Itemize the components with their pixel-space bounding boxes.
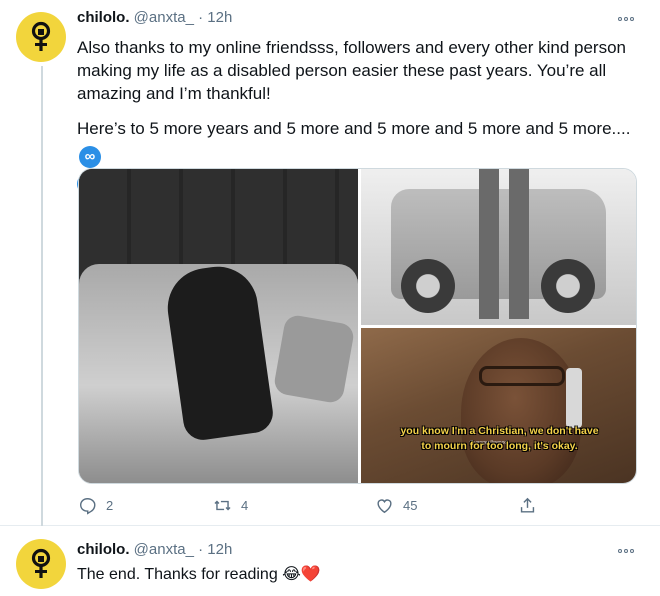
more-icon xyxy=(618,549,634,553)
like-icon xyxy=(377,498,392,513)
tweet[interactable]: chilolo. @anxta_ · 12h The end. Thanks f… xyxy=(0,527,660,596)
tweet-header: chilolo. @anxta_ · 12h xyxy=(77,540,232,560)
tweet-text: Also thanks to my online friendsss, foll… xyxy=(77,38,626,103)
meme-caption: you know I'm a Christian, we don't have … xyxy=(369,424,630,454)
share-button[interactable] xyxy=(518,493,537,517)
separator-dot: · xyxy=(198,541,204,558)
share-icon xyxy=(520,497,535,513)
user-handle[interactable]: @anxta_ xyxy=(134,9,194,26)
tweet-text-line: Here’s to 5 more years and 5 more and 5 … xyxy=(77,119,631,138)
display-name[interactable]: chilolo. xyxy=(77,9,130,26)
reply-icon xyxy=(79,497,96,515)
photo-car[interactable] xyxy=(361,169,636,325)
timestamp[interactable]: 12h xyxy=(207,9,232,26)
retweet-count: 4 xyxy=(241,497,249,513)
separator-dot: · xyxy=(198,9,204,26)
tweet-actions: 2 4 45 xyxy=(78,493,578,517)
infinity-emoji-icon: ∞ xyxy=(79,145,101,168)
tweet-text-line: The end. Thanks for reading xyxy=(77,566,278,583)
more-options-button[interactable] xyxy=(614,541,638,561)
retweet-button[interactable]: 4 xyxy=(213,493,248,517)
thread-line xyxy=(41,66,43,526)
photo-meme[interactable]: @yangeollywood you know I'm a Christian,… xyxy=(361,328,636,483)
emoji-laugh-heart: 😂❤️ xyxy=(282,566,321,583)
female-symbol-icon xyxy=(31,21,51,51)
avatar[interactable] xyxy=(16,539,66,589)
display-name[interactable]: chilolo. xyxy=(77,541,130,558)
reply-count: 2 xyxy=(106,497,114,513)
tweet[interactable]: chilolo. @anxta_ · 12h Also thanks to my… xyxy=(0,0,660,526)
photo-woman-on-sofa[interactable] xyxy=(79,169,358,483)
user-handle[interactable]: @anxta_ xyxy=(134,541,194,558)
more-options-button[interactable] xyxy=(614,9,638,29)
meme-caption-line: to mourn for too long, it's okay. xyxy=(421,440,578,452)
meme-caption-line: you know I'm a Christian, we don't have xyxy=(400,425,599,437)
more-icon xyxy=(618,17,634,21)
reply-button[interactable]: 2 xyxy=(78,493,113,517)
like-count: 45 xyxy=(403,497,418,513)
tweet-text: The end. Thanks for reading 😂❤️ xyxy=(77,563,642,586)
female-symbol-icon xyxy=(31,548,51,578)
avatar[interactable] xyxy=(16,12,66,62)
timestamp[interactable]: 12h xyxy=(207,541,232,558)
media-grid: @yangeollywood you know I'm a Christian,… xyxy=(78,168,637,484)
tweet-header: chilolo. @anxta_ · 12h xyxy=(77,8,232,28)
like-button[interactable]: 45 xyxy=(375,493,417,517)
retweet-icon xyxy=(214,500,231,510)
